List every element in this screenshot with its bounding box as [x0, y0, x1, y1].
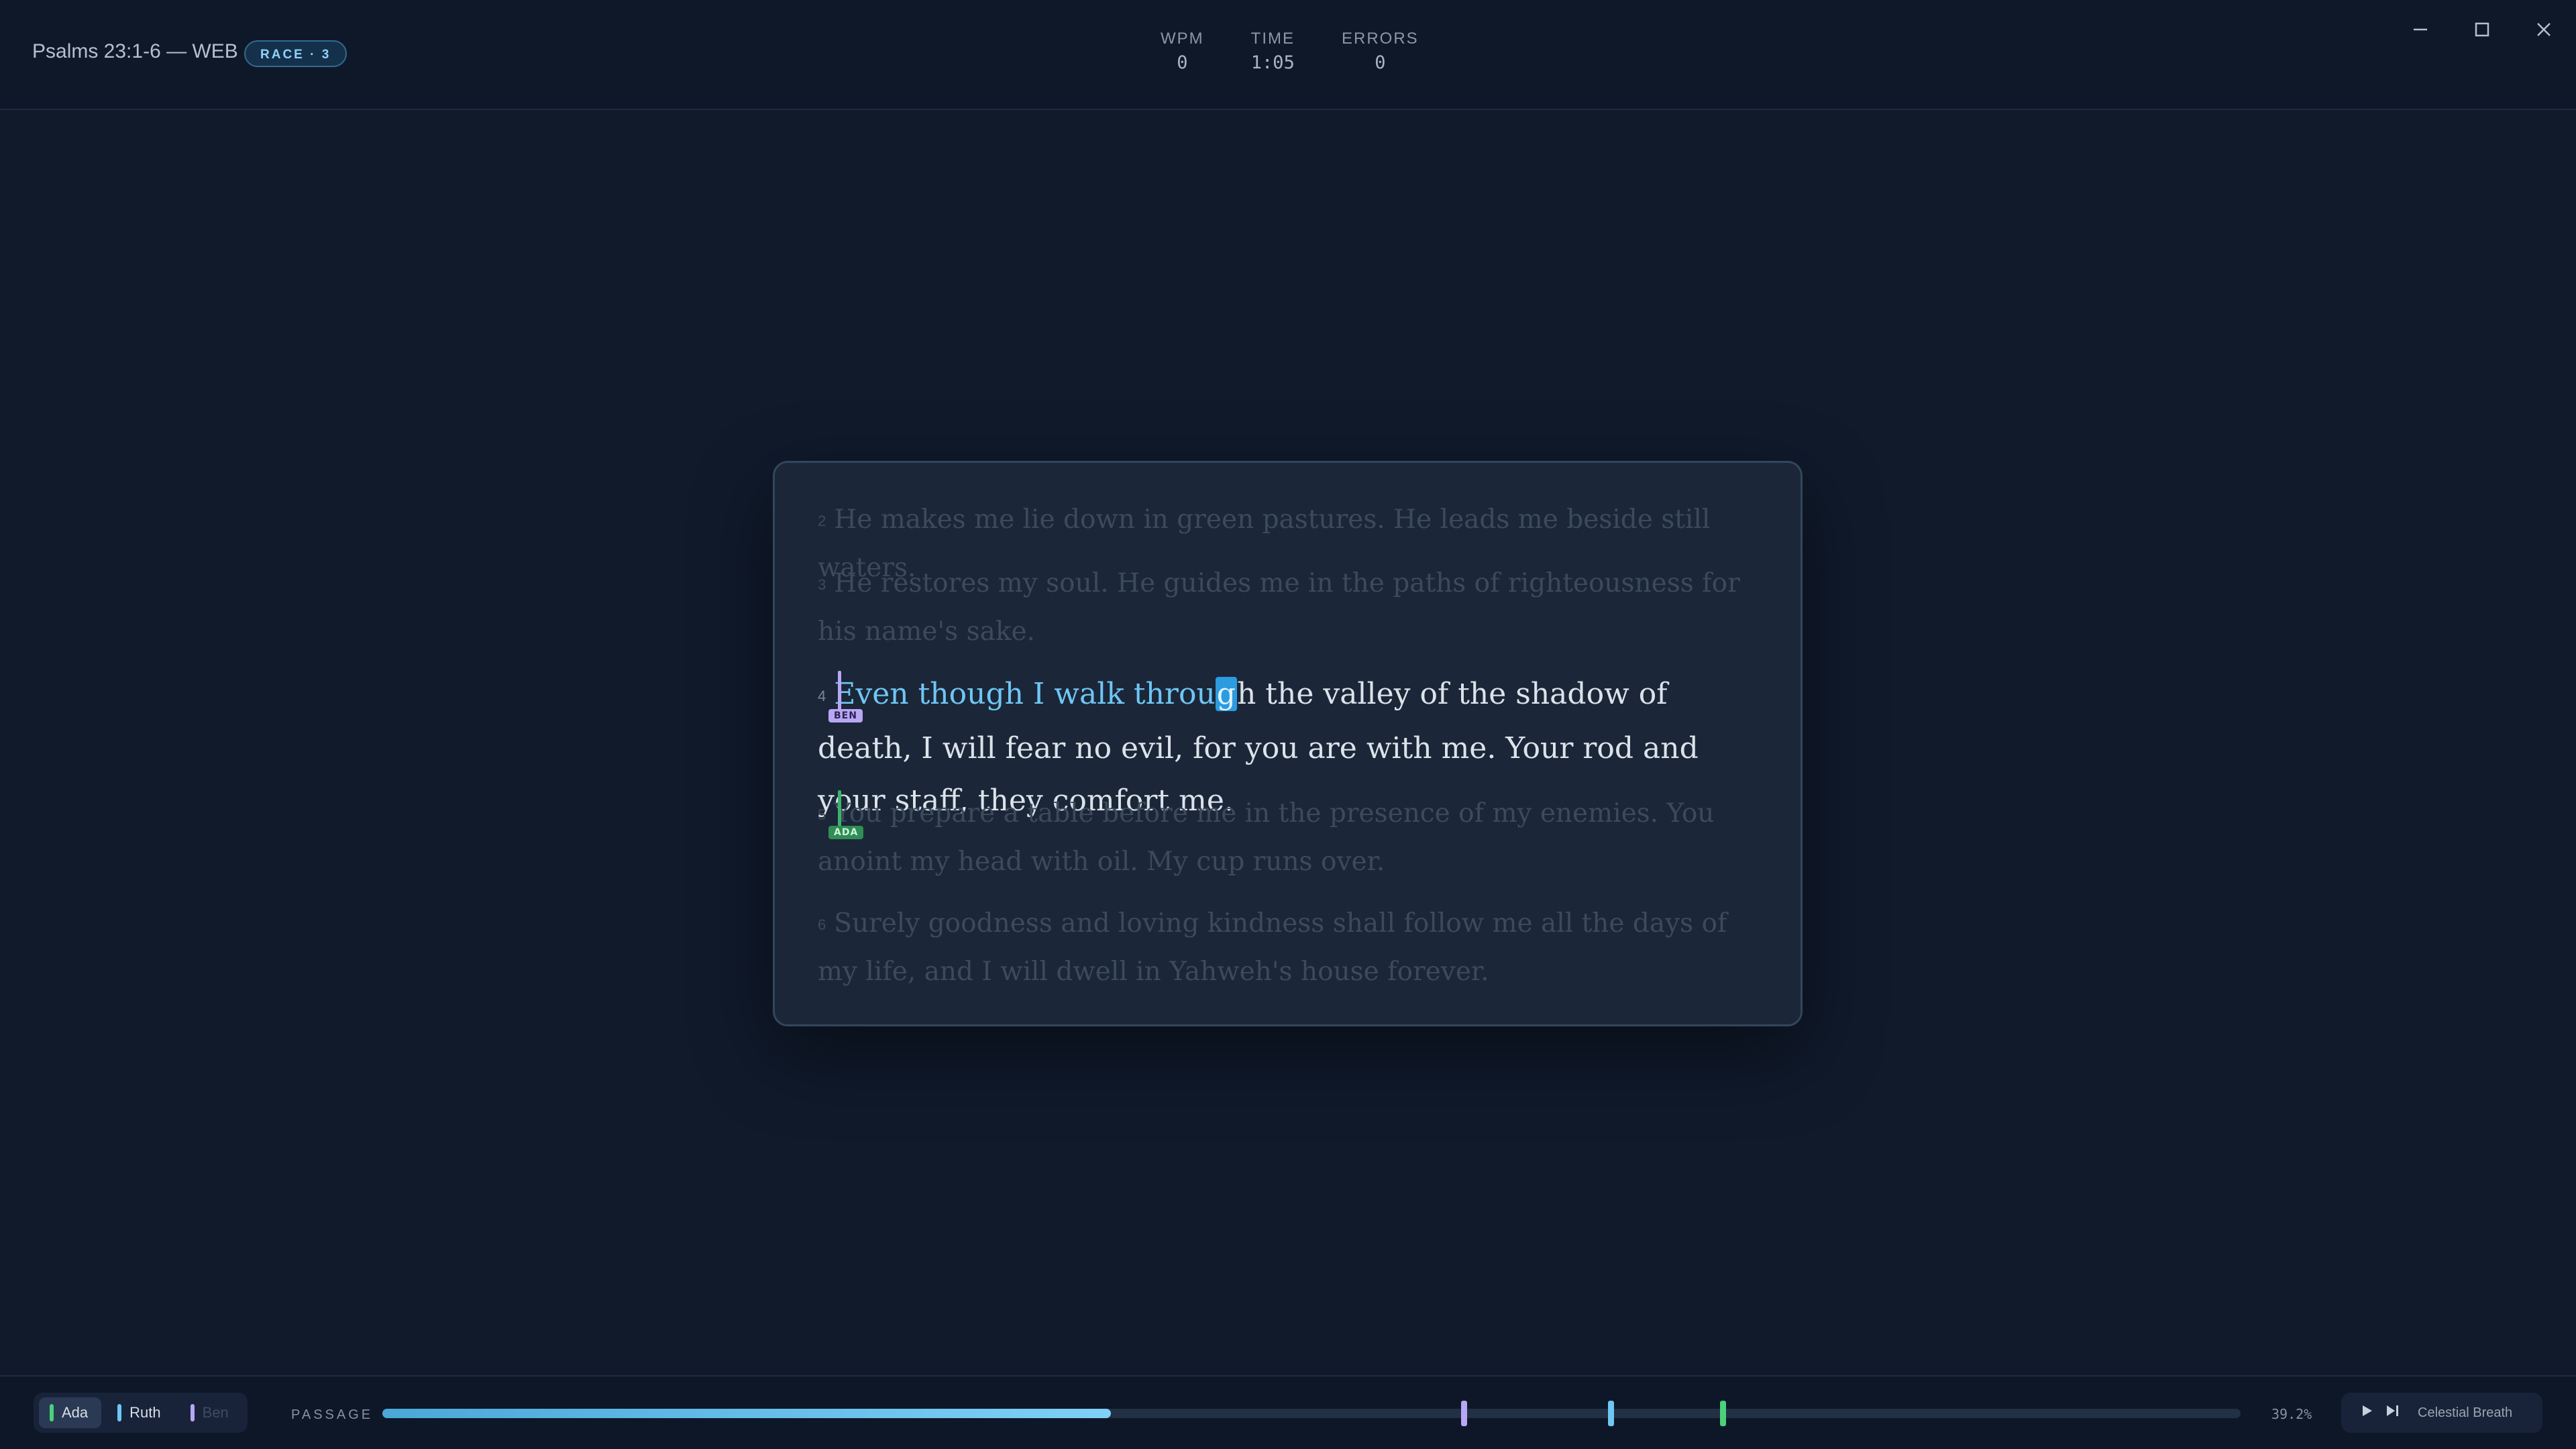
verse-text: Surely goodness and loving kindness shal… — [818, 908, 1727, 987]
stat-time: TIME 1:05 — [1251, 30, 1295, 73]
verse-number: 5 — [818, 806, 826, 823]
stat-wpm: WPM 0 — [1161, 30, 1204, 73]
stat-label: TIME — [1250, 30, 1295, 48]
race-badge: RACE · 3 — [244, 40, 347, 67]
verse-3: 3 He restores my soul. He guides me in th… — [818, 560, 1760, 655]
close-icon — [2537, 23, 2551, 36]
maximize-icon — [2475, 22, 2489, 37]
verse-number: 3 — [818, 576, 826, 593]
verse-number: 2 — [818, 513, 826, 529]
racer-tabs: Ada Ruth Ben — [34, 1393, 248, 1433]
ben-tag: BEN — [828, 709, 863, 722]
racer-color-bar — [190, 1404, 195, 1421]
passage-card[interactable]: 2 He makes me lie down in green pastures.… — [773, 461, 1803, 1026]
stats-panel: WPM 0 TIME 1:05 ERRORS 0 — [1161, 30, 1419, 73]
music-player: Celestial Breath — [2341, 1393, 2542, 1433]
racer-color-bar — [50, 1404, 54, 1421]
ada-tag: ADA — [828, 826, 864, 839]
close-button[interactable] — [2524, 9, 2564, 50]
racer-ruth[interactable]: Ruth — [107, 1397, 174, 1428]
skip-button[interactable] — [2385, 1404, 2400, 1421]
stat-value: 0 — [1375, 52, 1386, 73]
verse-number: 6 — [818, 916, 826, 933]
passage-progress-label: PASSAGE — [291, 1407, 374, 1422]
maximize-button[interactable] — [2462, 9, 2502, 50]
stat-errors: ERRORS 0 — [1342, 30, 1419, 73]
racer-ben[interactable]: Ben — [180, 1397, 242, 1428]
passage-title: Psalms 23:1-6 — WEB — [32, 40, 238, 62]
racer-ada[interactable]: Ada — [39, 1397, 102, 1428]
play-button[interactable] — [2361, 1404, 2373, 1421]
stat-value: 0 — [1177, 52, 1188, 73]
minimize-icon — [2414, 28, 2427, 31]
skip-forward-icon — [2387, 1405, 2398, 1416]
progress-percent: 39.2% — [2271, 1406, 2312, 1422]
title-bar: Psalms 23:1-6 — WEB RACE · 3 WPM 0 TIME … — [0, 0, 2576, 110]
stat-label: WPM — [1161, 30, 1204, 48]
current-char-cursor: g — [1215, 677, 1237, 711]
stat-value: 1:05 — [1250, 52, 1295, 73]
ben-position-marker — [1461, 1401, 1467, 1426]
ada-caret — [838, 790, 841, 830]
ruth-position-marker — [1608, 1401, 1614, 1426]
typed-text: Even though I walk throu — [834, 677, 1216, 711]
verse-6: 6 Surely goodness and loving kindness sha… — [818, 900, 1760, 996]
progress-fill — [382, 1409, 1111, 1418]
racer-color-bar — [117, 1404, 122, 1421]
passage-progress-track — [382, 1401, 2241, 1426]
track-name: Celestial Breath — [2418, 1405, 2513, 1420]
stat-label: ERRORS — [1341, 30, 1419, 48]
play-icon — [2363, 1405, 2372, 1416]
verse-text: You prepare a table before me in the pre… — [818, 798, 1715, 877]
ada-position-marker — [1720, 1401, 1726, 1426]
racer-name: Ruth — [129, 1404, 161, 1421]
racer-name: Ada — [62, 1404, 89, 1421]
verse-5: 5 You prepare a table before me in the pr… — [818, 790, 1760, 885]
verse-number: 4 — [818, 687, 826, 704]
racer-name: Ben — [202, 1404, 229, 1421]
minimize-button[interactable] — [2400, 9, 2440, 50]
verse-text: He restores my soul. He guides me in the… — [818, 568, 1740, 647]
